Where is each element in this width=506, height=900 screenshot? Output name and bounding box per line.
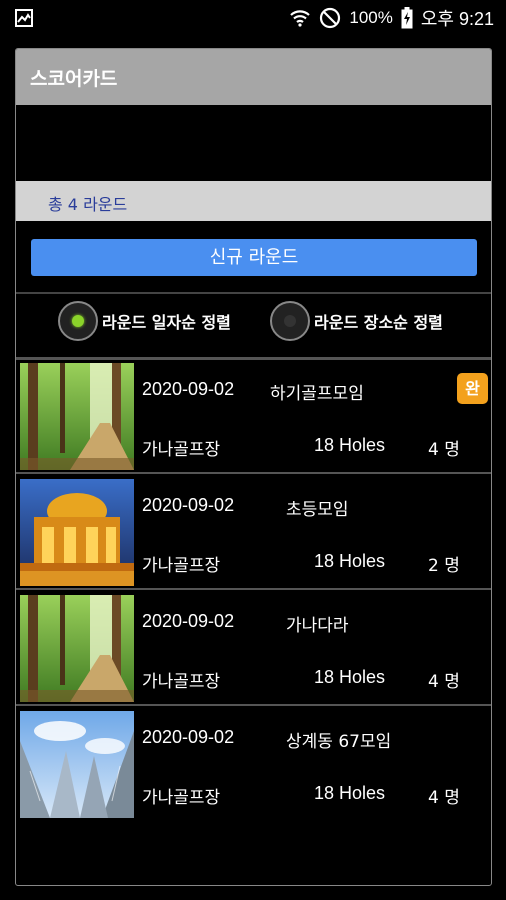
sort-by-date-radio[interactable]: 라운드 일자순 정렬: [58, 301, 231, 341]
player-count: 2 명: [428, 556, 460, 576]
round-date: 2020-09-02: [142, 379, 235, 399]
radio-unselected-indicator: [270, 301, 310, 341]
sort-by-place-radio[interactable]: 라운드 장소순 정렬: [270, 301, 443, 341]
battery-percent: 100%: [349, 8, 393, 27]
round-date: 2020-09-02: [142, 611, 235, 631]
app-window: 스코어카드 총 4 라운드 신규 라운드 라운드 일자순 정렬 라운드 장소순 …: [15, 48, 492, 886]
hole-count: 18 Holes: [314, 667, 386, 687]
round-thumbnail: [20, 479, 134, 586]
round-list-item[interactable]: 2020-09-02 하기골프모임 완 가나골프장 18 Holes 4 명: [16, 360, 491, 474]
sort-options: 라운드 일자순 정렬 라운드 장소순 정렬: [16, 295, 491, 357]
round-date: 2020-09-02: [142, 495, 235, 515]
hole-count: 18 Holes: [314, 783, 386, 803]
wifi-icon: [289, 8, 311, 28]
round-count-label: 총 4 라운드: [48, 195, 128, 214]
hole-count: 18 Holes: [314, 551, 386, 571]
round-thumbnail: [20, 711, 134, 818]
round-name: 초등모임: [286, 500, 349, 520]
course-name: 가나골프장: [142, 440, 221, 460]
round-list-item[interactable]: 2020-09-02 가나다라 가나골프장 18 Holes 4 명: [16, 592, 491, 706]
course-name: 가나골프장: [142, 556, 221, 576]
round-thumbnail: [20, 595, 134, 702]
round-thumbnail: [20, 363, 134, 470]
round-list-item[interactable]: 2020-09-02 상계동 67모임 가나골프장 18 Holes 4 명: [16, 708, 491, 822]
course-name: 가나골프장: [142, 788, 221, 808]
clock: 오후 9:21: [420, 9, 494, 29]
battery-charging-icon: [401, 7, 413, 29]
radio-selected-indicator: [58, 301, 98, 341]
round-count-bar: 총 4 라운드: [16, 181, 491, 221]
round-name: 하기골프모임: [270, 384, 364, 404]
sort-by-place-label: 라운드 장소순 정렬: [314, 313, 443, 332]
page-title: 스코어카드: [30, 68, 118, 90]
banner-area: [16, 105, 491, 181]
status-bar: 100% 오후 9:21: [0, 0, 506, 36]
round-name: 상계동 67모임: [286, 732, 392, 752]
round-list-item[interactable]: 2020-09-02 초등모임 가나골프장 18 Holes 2 명: [16, 476, 491, 590]
round-name: 가나다라: [286, 616, 349, 636]
player-count: 4 명: [428, 788, 460, 808]
course-name: 가나골프장: [142, 672, 221, 692]
completed-badge: 완: [457, 373, 488, 404]
gallery-icon: [14, 8, 34, 28]
divider: [16, 292, 491, 294]
sort-by-date-label: 라운드 일자순 정렬: [102, 313, 231, 332]
title-bar: 스코어카드: [16, 49, 491, 105]
player-count: 4 명: [428, 672, 460, 692]
hole-count: 18 Holes: [314, 435, 386, 455]
new-round-button[interactable]: 신규 라운드: [31, 239, 477, 276]
player-count: 4 명: [428, 440, 460, 460]
round-date: 2020-09-02: [142, 727, 235, 747]
do-not-disturb-icon: [319, 7, 341, 29]
